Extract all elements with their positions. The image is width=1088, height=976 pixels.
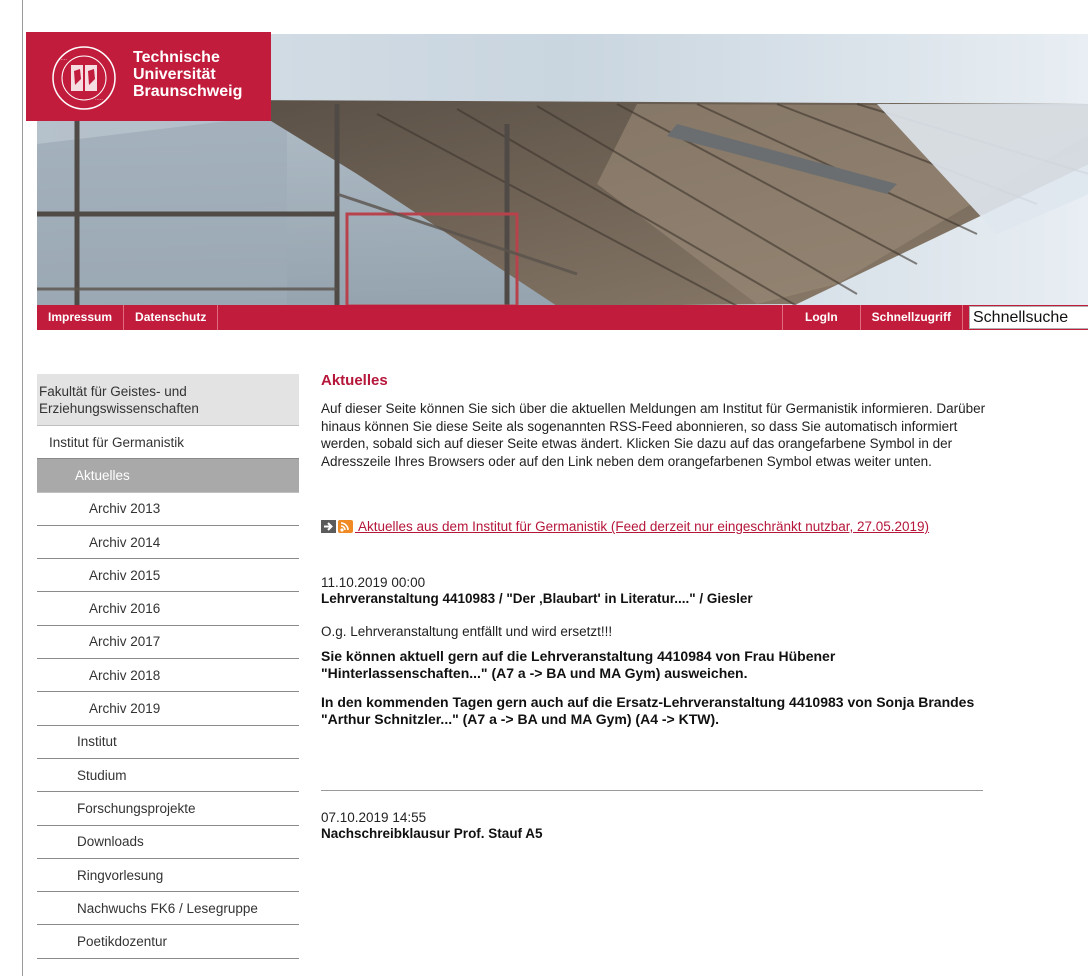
quick-search-input[interactable] [969, 306, 1088, 329]
rss-feed-link[interactable]: Aktuelles aus dem Institut für Germanist… [355, 519, 929, 534]
nav-impressum-link[interactable]: Impressum [37, 305, 125, 330]
news-bold-text-2: In den kommenden Tagen gern auch auf die… [321, 694, 975, 727]
arrow-right-icon [321, 520, 336, 533]
news-title: Nachschreibklausur Prof. Stauf A5 [321, 826, 543, 841]
university-seal-icon: ····· ····· [52, 46, 116, 110]
sidebar-item-faculty[interactable]: Fakultät für Geistes- und Erziehungswiss… [37, 374, 299, 426]
sidebar-item-poetikdozentur[interactable]: Poetikdozentur [37, 925, 299, 959]
news-entry: 07.10.2019 14:55 Nachschreibklausur Prof… [321, 810, 1001, 841]
news-date: 07.10.2019 14:55 [321, 810, 427, 825]
sidebar-item-archiv-2014[interactable]: Archiv 2014 [37, 526, 299, 560]
logo-line-3: Braunschweig [133, 83, 243, 100]
nav-schnellzugriff-link[interactable]: Schnellzugriff [861, 305, 963, 330]
sidebar-item-forschungsprojekte[interactable]: Forschungsprojekte [37, 792, 299, 826]
sidebar-item-archiv-2013[interactable]: Archiv 2013 [37, 493, 299, 526]
svg-text:·····: ····· [59, 57, 67, 63]
news-bold-text-1: Sie können aktuell gern auf die Lehrvera… [321, 648, 836, 681]
sidebar-item-archiv-2016[interactable]: Archiv 2016 [37, 592, 299, 626]
sidebar-item-archiv-2015[interactable]: Archiv 2015 [37, 559, 299, 593]
sidebar-item-nachwuchs[interactable]: Nachwuchs FK6 / Lesegruppe [37, 892, 299, 926]
sidebar-item-archiv-2017[interactable]: Archiv 2017 [37, 626, 299, 660]
sidebar-item-archiv-2019[interactable]: Archiv 2019 [37, 692, 299, 726]
top-navbar: Impressum Datenschutz LogIn Schnellzugri… [37, 305, 1088, 330]
rss-feed-line: Aktuelles aus dem Institut für Germanist… [321, 518, 1001, 535]
page-frame: ····· ····· Technische Universität Braun… [22, 0, 1088, 976]
sidebar-item-studium[interactable]: Studium [37, 759, 299, 793]
sidebar-item-downloads[interactable]: Downloads [37, 826, 299, 859]
sidebar-item-aktuelles[interactable]: Aktuelles [37, 459, 299, 493]
sidebar-item-institut[interactable]: Institut [37, 726, 299, 759]
news-text: O.g. Lehrveranstaltung entfällt und wird… [321, 624, 613, 639]
sidebar-item-ringvorlesung[interactable]: Ringvorlesung [37, 859, 299, 893]
sidebar-item-archiv-2018[interactable]: Archiv 2018 [37, 659, 299, 693]
logo-line-1: Technische [133, 49, 220, 66]
sidebar-item-institut-germanistik[interactable]: Institut für Germanistik [37, 426, 299, 460]
rss-feed-icon[interactable] [338, 520, 353, 533]
page-title: Aktuelles [321, 372, 388, 389]
news-date: 11.10.2019 00:00 [321, 575, 426, 590]
news-entry: 11.10.2019 00:00 Lehrveranstaltung 44109… [321, 575, 1001, 728]
news-title: Lehrveranstaltung 4410983 / "Der ‚Blauba… [321, 591, 753, 606]
nav-login-link[interactable]: LogIn [782, 305, 861, 330]
tu-braunschweig-logo[interactable]: ····· ····· Technische Universität Braun… [26, 32, 271, 121]
intro-text: Auf dieser Seite können Sie sich über di… [321, 401, 986, 469]
svg-text:·····: ····· [95, 97, 103, 103]
sidebar-nav: Fakultät für Geistes- und Erziehungswiss… [37, 374, 299, 959]
news-divider [321, 790, 983, 791]
nav-datenschutz-link[interactable]: Datenschutz [124, 305, 219, 330]
logo-line-2: Universität [133, 66, 216, 83]
main-content: Aktuelles Auf dieser Seite können Sie si… [321, 372, 1001, 841]
